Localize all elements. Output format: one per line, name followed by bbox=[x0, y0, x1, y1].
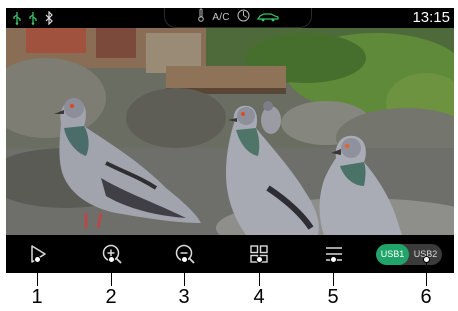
bluetooth-icon bbox=[44, 10, 54, 26]
fan-icon bbox=[237, 9, 250, 27]
callout-marker bbox=[34, 256, 41, 263]
callout-number-4: 4 bbox=[253, 286, 265, 308]
clock: 13:15 bbox=[412, 9, 450, 26]
car-icon bbox=[256, 9, 279, 27]
play-button[interactable] bbox=[23, 239, 53, 269]
zoom-out-button[interactable] bbox=[170, 239, 200, 269]
callout-line bbox=[111, 259, 112, 286]
usb-source-toggle[interactable]: USB1 USB2 bbox=[376, 244, 442, 265]
callout-marker bbox=[108, 256, 115, 263]
callout-marker bbox=[181, 256, 188, 263]
callout-marker bbox=[423, 256, 430, 263]
status-icons bbox=[12, 10, 54, 26]
ac-label: A/C bbox=[212, 12, 230, 23]
callout-number-1: 1 bbox=[31, 286, 43, 308]
climate-status[interactable]: A/C bbox=[164, 8, 312, 28]
thermometer-icon bbox=[197, 8, 205, 27]
usb-icon bbox=[12, 11, 22, 25]
callout-line bbox=[184, 259, 185, 286]
callout-line bbox=[333, 259, 334, 286]
zoom-in-button[interactable] bbox=[97, 239, 127, 269]
callout-number-5: 5 bbox=[327, 286, 339, 308]
callout-line bbox=[259, 259, 260, 286]
callout-line bbox=[37, 259, 38, 286]
callout-number-2: 2 bbox=[105, 286, 117, 308]
callout-number-3: 3 bbox=[178, 286, 190, 308]
usb1-option[interactable]: USB1 bbox=[376, 244, 409, 265]
callout-number-6: 6 bbox=[420, 286, 432, 308]
status-bar: A/C 13:15 bbox=[6, 8, 454, 28]
control-bar: USB1 USB2 bbox=[6, 235, 454, 273]
callout-marker bbox=[256, 256, 263, 263]
pigeons-photo bbox=[6, 28, 454, 235]
callout-marker bbox=[330, 256, 337, 263]
menu-button[interactable] bbox=[319, 239, 349, 269]
usb-icon bbox=[28, 11, 38, 25]
photo-viewer[interactable] bbox=[6, 28, 454, 235]
callout-line bbox=[426, 259, 427, 286]
